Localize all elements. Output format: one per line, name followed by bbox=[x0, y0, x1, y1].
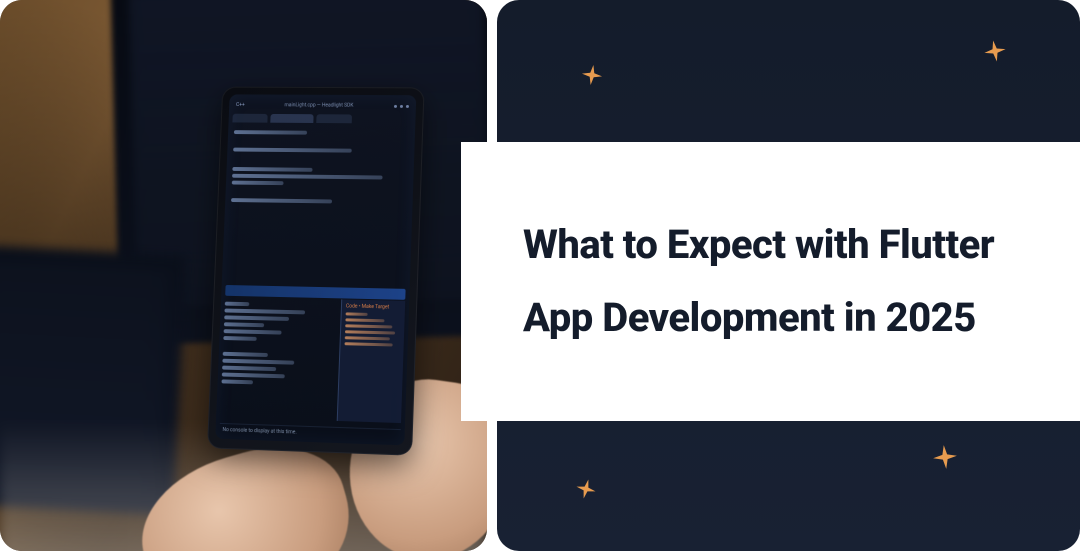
title-card: What to Expect with Flutter App Developm… bbox=[461, 142, 1080, 421]
ide-side-panel-header: Code • Make Target bbox=[346, 303, 401, 310]
sparkle-icon bbox=[580, 63, 605, 88]
ide-titlebar-left: C++ bbox=[236, 102, 245, 108]
hero-title: What to Expect with Flutter App Developm… bbox=[523, 209, 1032, 355]
sparkle-icon bbox=[931, 443, 960, 472]
ide-titlebar-center: mainLight.cpp — Headlight SDK bbox=[284, 102, 353, 108]
hero-photo-panel: C++ mainLight.cpp — Headlight SDK bbox=[0, 0, 487, 551]
tablet-device: C++ mainLight.cpp — Headlight SDK bbox=[207, 87, 425, 456]
sparkle-icon bbox=[981, 37, 1008, 64]
ide-status-text: No console to display at this time. bbox=[222, 426, 296, 435]
sparkle-icon bbox=[573, 476, 599, 502]
ide-statusbar: No console to display at this time. bbox=[219, 423, 400, 441]
tablet-screen: C++ mainLight.cpp — Headlight SDK bbox=[215, 94, 416, 445]
ide-lower-code bbox=[220, 299, 337, 421]
window-controls bbox=[394, 104, 409, 107]
ide-titlebar: C++ mainLight.cpp — Headlight SDK bbox=[233, 98, 412, 113]
ide-side-panel: Code • Make Target bbox=[337, 299, 406, 423]
